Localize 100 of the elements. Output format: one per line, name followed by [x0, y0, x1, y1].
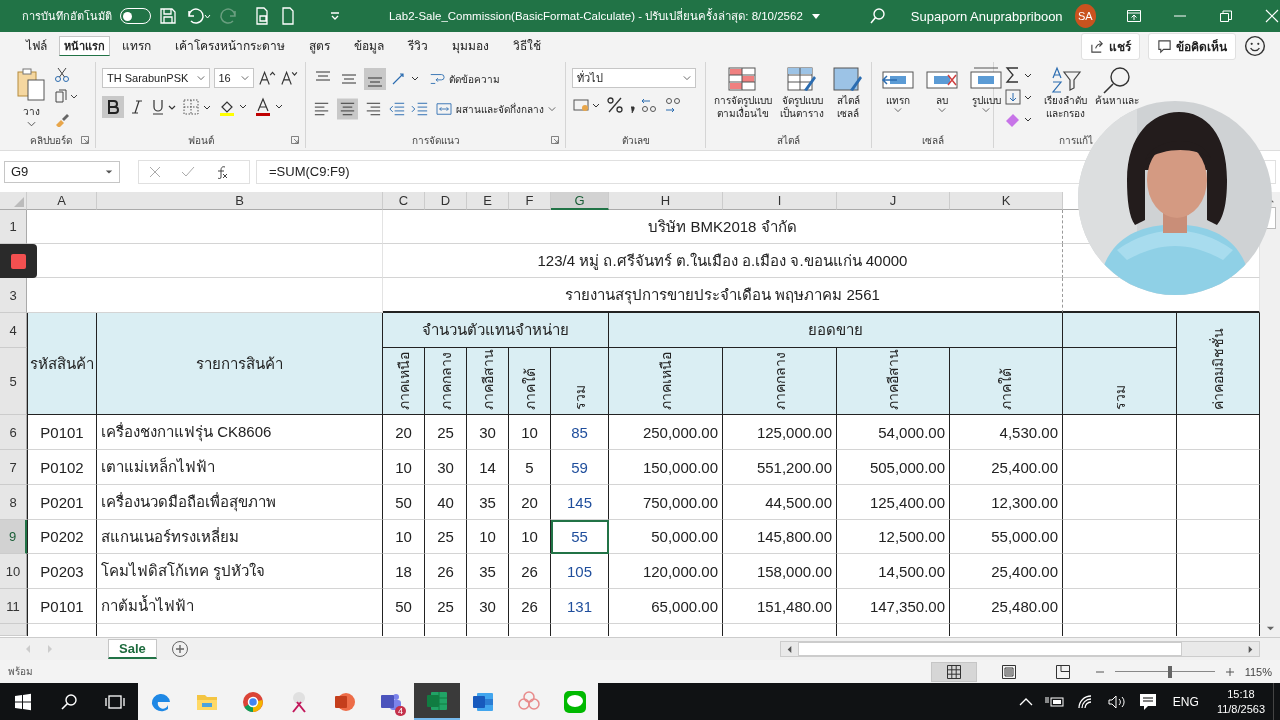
cells-button[interactable]: แทรก — [878, 66, 918, 113]
column-header[interactable]: C — [383, 192, 425, 210]
find-select-button[interactable]: ค้นหาและ — [1093, 66, 1141, 107]
grow-font-icon[interactable] — [257, 69, 277, 87]
scrollbar-thumb[interactable] — [798, 642, 1182, 656]
column-header[interactable]: A — [27, 192, 97, 210]
search-icon[interactable] — [868, 7, 887, 25]
ribbon-tab[interactable]: ข้อมูล — [342, 31, 396, 61]
scroll-left-icon[interactable] — [785, 644, 794, 654]
style-button[interactable]: จัดรูปแบบ เป็นตาราง — [778, 66, 826, 120]
horizontal-scrollbar[interactable] — [780, 641, 1260, 657]
column-header[interactable]: E — [467, 192, 509, 210]
ribbon-tab[interactable]: แทรก — [110, 31, 163, 61]
ribbon-tab[interactable]: เค้าโครงหน้ากระดาษ — [163, 31, 297, 61]
ribbon-tab[interactable]: ไฟล์ — [14, 31, 59, 61]
format-painter-icon[interactable] — [54, 111, 70, 127]
zoom-in-icon[interactable] — [1224, 666, 1235, 677]
ribbon-display-icon[interactable] — [1126, 8, 1142, 24]
battery-icon[interactable] — [1044, 694, 1065, 709]
sheet-tab[interactable]: Sale — [108, 639, 157, 659]
column-header[interactable]: I — [723, 192, 837, 210]
scroll-down-icon[interactable] — [1265, 624, 1275, 633]
table-cell: เครื่องนวดมือถือเพื่อสุขภาพ — [97, 485, 383, 520]
row-header[interactable]: 3 — [0, 278, 27, 313]
font-size-field[interactable]: 16 — [213, 68, 254, 88]
save-icon[interactable] — [158, 7, 177, 25]
view-button[interactable] — [930, 661, 977, 682]
dialog-launcher-icon[interactable] — [81, 136, 89, 144]
notification-icon[interactable] — [1138, 692, 1157, 711]
caret-icon[interactable] — [810, 11, 821, 21]
ribbon-tab[interactable]: มุมมอง — [440, 31, 501, 61]
vertical-scrollbar[interactable] — [1260, 192, 1280, 637]
language-indicator[interactable]: ENG — [1172, 694, 1199, 709]
wrap-text-button[interactable]: ตัดข้อความ — [426, 69, 503, 89]
ribbon-tab[interactable]: วิธีใช้ — [501, 31, 553, 61]
function-icon[interactable] — [215, 164, 229, 179]
sort-filter-button[interactable]: เรียงลำดับ และกรอง — [1042, 66, 1089, 120]
ribbon-tab[interactable]: หน้าแรก — [59, 36, 110, 56]
row-header[interactable]: 1 — [0, 210, 27, 244]
window-title[interactable]: Lab2-Sale_Commission(BasicFormat-Calculate) - ปรับเปลี่ยนครั้งล่าสุด: 8/10/2562 — [388, 7, 803, 25]
share-button[interactable]: แชร์ — [1081, 32, 1140, 60]
bold-icon[interactable] — [102, 96, 124, 118]
column-header[interactable]: H — [609, 192, 723, 210]
font-name-field[interactable]: TH SarabunPSK — [102, 68, 210, 88]
table-cell: 26 — [509, 554, 551, 589]
cells-button[interactable]: รูปแบบ — [966, 66, 1006, 113]
autosum-icon[interactable] — [1004, 66, 1034, 84]
ribbon-tab[interactable]: รีวิว — [396, 31, 440, 61]
row-header[interactable]: 4 — [0, 313, 27, 348]
ribbon-tab[interactable]: สูตร — [297, 31, 342, 61]
horizontal-align-icon[interactable] — [336, 98, 358, 120]
selected-cell[interactable]: 55 — [551, 520, 609, 554]
caret-up-icon[interactable] — [1018, 696, 1033, 707]
user-avatar[interactable]: SA — [1074, 4, 1096, 28]
column-header[interactable]: K — [950, 192, 1063, 210]
cells-button[interactable]: ลบ — [922, 66, 962, 113]
shrink-font-icon[interactable] — [280, 69, 299, 87]
column-header[interactable]: F — [509, 192, 551, 210]
column-header[interactable]: D — [425, 192, 467, 210]
table-cell: 250,000.00 — [609, 415, 723, 450]
stop-button[interactable] — [0, 244, 37, 278]
name-box[interactable]: G9 — [4, 160, 120, 183]
taskbar-app[interactable]: 4 — [368, 683, 414, 720]
cut-icon[interactable] — [54, 67, 70, 83]
style-button[interactable]: การจัดรูปแบบ ตามเงื่อนไข — [712, 66, 774, 120]
add-sheet-icon[interactable] — [170, 640, 189, 658]
clock[interactable]: 15:18 11/8/2563 — [1216, 686, 1265, 717]
close-icon[interactable] — [1264, 8, 1280, 24]
style-button[interactable]: สไตล์ เซลล์ — [830, 66, 866, 120]
customize-caret-icon[interactable] — [328, 10, 341, 22]
volume-icon[interactable] — [1106, 693, 1127, 710]
row-header[interactable]: 9 — [0, 520, 27, 554]
table-cell: เครื่องชงกาแฟรุ่น CK8606 — [97, 415, 383, 450]
copy-icon[interactable] — [54, 89, 78, 105]
percent-icon[interactable] — [606, 96, 624, 114]
fill-icon[interactable] — [1004, 88, 1034, 106]
row-header[interactable]: 6 — [0, 415, 27, 450]
dialog-launcher-icon[interactable] — [551, 136, 559, 144]
paste-button[interactable]: วาง — [12, 63, 50, 131]
increase-indent-icon[interactable] — [409, 100, 430, 118]
comments-button[interactable]: ข้อคิดเห็น — [1148, 32, 1236, 60]
row-header[interactable]: 11 — [0, 589, 27, 624]
smiley-icon[interactable] — [1244, 35, 1266, 57]
column-header[interactable]: J — [837, 192, 950, 210]
row-header[interactable]: 7 — [0, 450, 27, 485]
column-header[interactable]: G — [551, 192, 609, 210]
zoom-level[interactable]: 115% — [1244, 665, 1272, 678]
dialog-launcher-icon[interactable] — [291, 136, 299, 144]
column-header[interactable]: B — [97, 192, 383, 210]
decrease-indent-icon[interactable] — [386, 100, 406, 118]
underline-icon[interactable] — [150, 98, 178, 116]
scroll-right-icon[interactable] — [1246, 644, 1255, 654]
row-header[interactable]: 10 — [0, 554, 27, 589]
taskbar-app[interactable] — [414, 683, 460, 720]
row-header[interactable]: 5 — [0, 348, 27, 415]
restore-icon[interactable] — [1218, 8, 1234, 24]
page-icon — [1000, 663, 1017, 680]
merge-center-button[interactable]: ผสานและจัดกึ่งกลาง — [433, 99, 560, 119]
row-header[interactable]: 8 — [0, 485, 27, 520]
number-format-field[interactable]: ทั่วไป — [572, 68, 696, 88]
